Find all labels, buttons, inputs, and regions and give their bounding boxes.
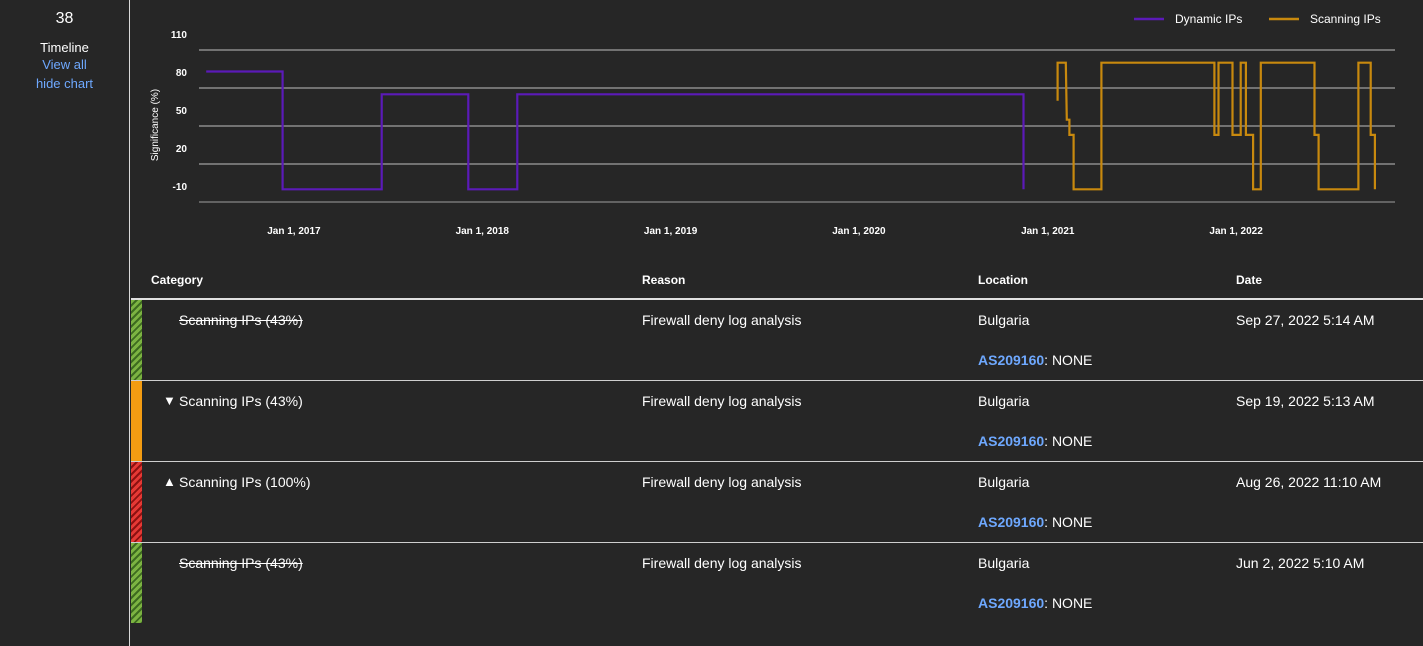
events-table: Category Reason Location Date Scanning I… [131, 260, 1423, 623]
reason-cell: Firewall deny log analysis [642, 474, 802, 490]
legend-label: Dynamic IPs [1175, 12, 1242, 26]
location-cell: Bulgaria [978, 393, 1030, 409]
asn-cell: AS209160: NONE [978, 433, 1092, 449]
arrow-up-icon: ▲ [163, 474, 176, 489]
table-row[interactable]: ▲ Scanning IPs (100%) Firewall deny log … [131, 462, 1423, 543]
asn-link[interactable]: AS209160 [978, 433, 1044, 449]
timeline-label: Timeline [40, 40, 89, 55]
asn-cell: AS209160: NONE [978, 352, 1092, 368]
hide-chart-link[interactable]: hide chart [0, 74, 129, 93]
status-bar [131, 462, 142, 542]
x-tick-label: Jan 1, 2020 [832, 226, 886, 237]
asn-link[interactable]: AS209160 [978, 595, 1044, 611]
table-row[interactable]: ▼ Scanning IPs (43%) Firewall deny log a… [131, 381, 1423, 462]
asn-org: : NONE [1044, 352, 1093, 368]
x-tick-label: Jan 1, 2022 [1209, 226, 1263, 237]
y-tick-label: 20 [176, 144, 188, 155]
category-cell: Scanning IPs (43%) [179, 312, 303, 328]
x-tick-label: Jan 1, 2019 [644, 226, 698, 237]
header-location[interactable]: Location [978, 273, 1028, 287]
header-date[interactable]: Date [1236, 273, 1262, 287]
asn-org: : NONE [1044, 514, 1093, 530]
y-axis-label: Significance (%) [150, 89, 161, 161]
table-header: Category Reason Location Date [131, 260, 1423, 300]
x-tick-label: Jan 1, 2017 [267, 226, 321, 237]
category-cell: Scanning IPs (43%) [179, 555, 303, 571]
sidebar: 38 Timeline View all hide chart [0, 0, 130, 646]
location-cell: Bulgaria [978, 474, 1030, 490]
y-tick-label: 80 [176, 68, 188, 79]
date-cell: Jun 2, 2022 5:10 AM [1236, 555, 1365, 571]
x-tick-label: Jan 1, 2018 [456, 226, 510, 237]
asn-org: : NONE [1044, 433, 1093, 449]
reason-cell: Firewall deny log analysis [642, 393, 802, 409]
reason-cell: Firewall deny log analysis [642, 555, 802, 571]
timeline-chart: 110 80 50 20 -10 Jan 1, 2017 Jan 1, 2018 Jan 1… [131, 0, 1423, 260]
date-cell: Aug 26, 2022 11:10 AM [1236, 474, 1382, 490]
category-cell: Scanning IPs (100%) [179, 474, 311, 490]
location-cell: Bulgaria [978, 312, 1030, 328]
legend-label: Scanning IPs [1310, 12, 1381, 26]
header-category[interactable]: Category [151, 273, 203, 287]
arrow-down-icon: ▼ [163, 393, 176, 408]
timeline-chart-svg: 110 80 50 20 -10 Jan 1, 2017 Jan 1, 2018 Jan 1… [150, 12, 1395, 237]
asn-cell: AS209160: NONE [978, 514, 1092, 530]
status-bar [131, 300, 142, 380]
x-tick-label: Jan 1, 2021 [1021, 226, 1075, 237]
y-tick-label: 110 [171, 30, 188, 41]
header-reason[interactable]: Reason [642, 273, 685, 287]
location-cell: Bulgaria [978, 555, 1030, 571]
date-cell: Sep 19, 2022 5:13 AM [1236, 393, 1375, 409]
event-count: 38 [55, 10, 74, 27]
category-cell: Scanning IPs (43%) [179, 393, 303, 409]
table-row[interactable]: Scanning IPs (43%) Firewall deny log ana… [131, 543, 1423, 623]
status-bar [131, 543, 142, 623]
reason-cell: Firewall deny log analysis [642, 312, 802, 328]
asn-link[interactable]: AS209160 [978, 352, 1044, 368]
y-tick-label: 50 [176, 106, 188, 117]
table-row[interactable]: Scanning IPs (43%) Firewall deny log ana… [131, 300, 1423, 381]
asn-link[interactable]: AS209160 [978, 514, 1044, 530]
asn-org: : NONE [1044, 595, 1093, 611]
asn-cell: AS209160: NONE [978, 595, 1092, 611]
view-all-link[interactable]: View all [0, 55, 129, 74]
date-cell: Sep 27, 2022 5:14 AM [1236, 312, 1375, 328]
status-bar [131, 381, 142, 461]
series-line-dynamic-ips [206, 70, 1025, 191]
y-tick-label: -10 [173, 182, 188, 193]
